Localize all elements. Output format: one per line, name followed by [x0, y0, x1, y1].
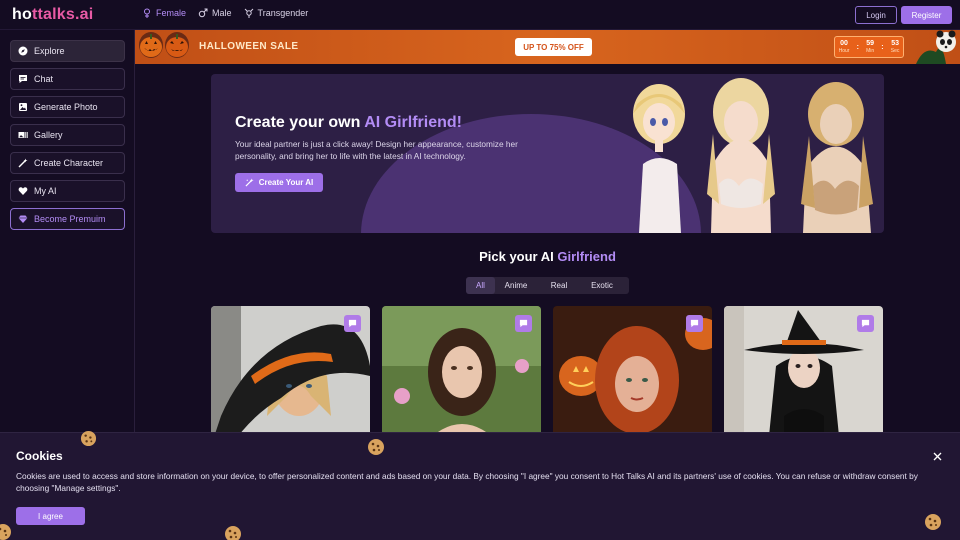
cookie-icon	[80, 430, 97, 447]
promo-sale-button[interactable]: UP TO 75% OFF	[515, 38, 592, 56]
pick-title-accent: Girlfriend	[557, 249, 616, 264]
countdown-minutes-value: 59	[866, 40, 874, 47]
create-your-ai-label: Create Your AI	[258, 178, 314, 187]
pumpkin-icon	[165, 32, 189, 58]
cookie-agree-button[interactable]: I agree	[16, 507, 85, 525]
cookie-icon	[0, 524, 11, 540]
image-icon	[19, 103, 27, 111]
countdown-separator: :	[881, 43, 884, 51]
hero-title-accent: AI Girlfriend!	[364, 114, 462, 131]
sidebar-item-chat[interactable]: Chat	[10, 68, 125, 90]
halloween-promo-banner[interactable]: HALLOWEEN SALE UP TO 75% OFF 00 Hour : 5…	[135, 30, 960, 64]
panda-decoration-icon	[916, 30, 956, 64]
gender-transgender-label: Transgender	[257, 8, 309, 18]
cookie-icon	[925, 514, 941, 530]
chat-bubble-button[interactable]	[515, 315, 532, 332]
male-icon	[198, 8, 208, 18]
logo-part-1: ho	[12, 6, 32, 23]
character-card[interactable]	[724, 306, 883, 446]
close-icon[interactable]	[933, 452, 942, 461]
logo[interactable]: hottalks.ai	[12, 6, 93, 24]
sidebar-item-label: Become Premuim	[34, 214, 106, 224]
filter-tab-real[interactable]: Real	[537, 277, 581, 294]
heart-icon	[18, 187, 28, 195]
wand-icon	[18, 158, 28, 168]
chat-bubble-button[interactable]	[857, 315, 874, 332]
countdown-minutes: 59 Min	[866, 40, 874, 54]
create-your-ai-button[interactable]: Create Your AI	[235, 173, 323, 192]
logo-part-2: ttalks.ai	[31, 6, 94, 23]
chat-icon	[19, 75, 27, 83]
cookie-title: Cookies	[16, 449, 63, 463]
top-bar: hottalks.ai Female Male Transgender Logi…	[0, 0, 960, 30]
cookie-consent-banner: Cookies Cookies are used to access and s…	[0, 430, 960, 540]
gallery-icon	[18, 132, 28, 138]
transgender-icon	[244, 8, 253, 18]
chat-bubble-button[interactable]	[344, 315, 361, 332]
hero-title-plain: Create your own	[235, 114, 365, 131]
sidebar-item-generate-photo[interactable]: Generate Photo	[10, 96, 125, 118]
sidebar-item-label: Gallery	[34, 130, 63, 140]
countdown-hours: 00 Hour	[839, 40, 850, 54]
character-filter-tabs: All Anime Real Exotic	[466, 277, 629, 294]
gender-nav: Female Male Transgender	[142, 8, 308, 18]
sidebar-item-gallery[interactable]: Gallery	[10, 124, 125, 146]
wand-icon	[245, 178, 254, 187]
sidebar-item-label: Explore	[34, 46, 65, 56]
hero-title: Create your own AI Girlfriend!	[235, 114, 462, 132]
pick-section-title: Pick your AI Girlfriend	[0, 249, 960, 264]
chat-icon	[690, 319, 699, 328]
hero-banner: Create your own AI Girlfriend! Your idea…	[211, 74, 884, 233]
sidebar-item-label: Generate Photo	[34, 102, 98, 112]
register-button[interactable]: Register	[901, 6, 952, 24]
sidebar-item-label: My AI	[34, 186, 57, 196]
pick-title-plain: Pick your AI	[479, 249, 558, 264]
chat-icon	[519, 319, 528, 328]
gender-female-tab[interactable]: Female	[142, 8, 186, 18]
sidebar-item-my-ai[interactable]: My AI	[10, 180, 125, 202]
cookie-icon	[225, 526, 241, 540]
gender-male-tab[interactable]: Male	[198, 8, 232, 18]
sidebar-item-create-character[interactable]: Create Character	[10, 152, 125, 174]
gender-male-label: Male	[212, 8, 232, 18]
cookie-icon	[368, 439, 384, 455]
character-card[interactable]	[211, 306, 370, 446]
auth-buttons: Login Register	[855, 6, 952, 24]
promo-countdown: 00 Hour : 59 Min : 53 Sec	[834, 36, 904, 58]
chat-bubble-button[interactable]	[686, 315, 703, 332]
hero-description: Your ideal partner is just a click away!…	[235, 139, 518, 161]
sidebar-item-explore[interactable]: Explore	[10, 40, 125, 62]
hero-characters-image	[633, 78, 873, 233]
character-card[interactable]	[553, 306, 712, 446]
chat-icon	[348, 319, 357, 328]
pumpkin-icon	[139, 32, 163, 58]
filter-tab-anime[interactable]: Anime	[495, 277, 537, 294]
chat-icon	[861, 319, 870, 328]
sidebar-item-become-premium[interactable]: Become Premuim	[10, 208, 125, 230]
filter-tab-exotic[interactable]: Exotic	[581, 277, 623, 294]
countdown-seconds: 53 Sec	[891, 40, 900, 54]
gender-transgender-tab[interactable]: Transgender	[244, 8, 309, 18]
diamond-icon	[18, 215, 28, 223]
login-button[interactable]: Login	[855, 6, 897, 24]
countdown-seconds-label: Sec	[890, 48, 900, 54]
countdown-minutes-label: Min	[866, 48, 875, 54]
promo-title: HALLOWEEN SALE	[199, 41, 299, 52]
countdown-seconds-value: 53	[891, 40, 899, 47]
pumpkin-decoration	[139, 32, 189, 58]
sidebar-item-label: Chat	[34, 74, 54, 84]
sidebar-item-label: Create Character	[34, 158, 104, 168]
gender-female-label: Female	[156, 8, 187, 18]
cookie-text: Cookies are used to access and store inf…	[16, 471, 918, 493]
countdown-hours-label: Hour	[838, 48, 850, 54]
filter-tab-all[interactable]: All	[466, 277, 495, 294]
countdown-hours-value: 00	[840, 40, 848, 47]
female-icon	[144, 8, 150, 18]
character-card[interactable]	[382, 306, 541, 446]
countdown-separator: :	[856, 43, 859, 51]
compass-icon	[18, 46, 28, 56]
